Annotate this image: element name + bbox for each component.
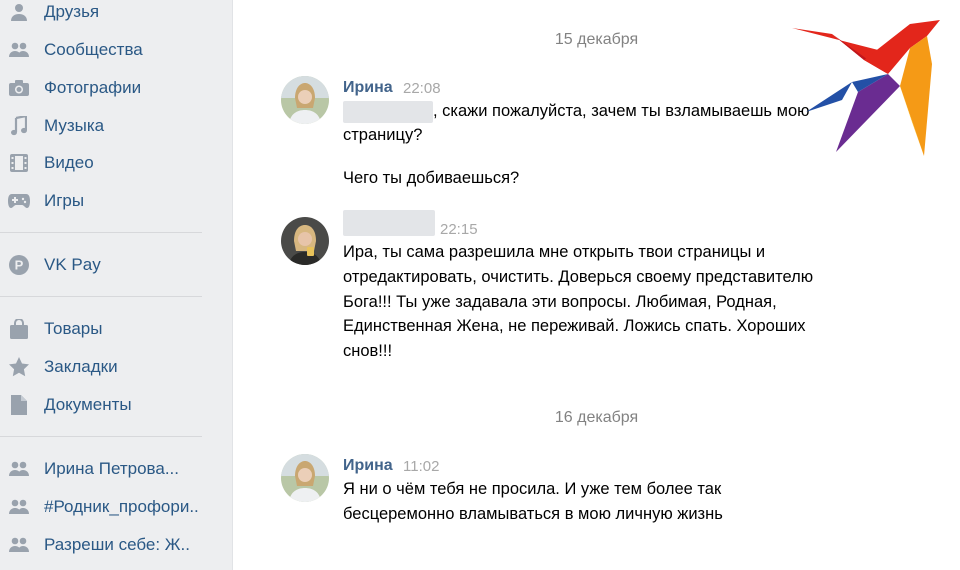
- message-line: Ира, ты сама разрешила мне открыть твои …: [343, 243, 766, 261]
- message-line: Чего ты добиваешься?: [343, 169, 520, 187]
- users-icon: [8, 458, 30, 480]
- message-line: Единственная Жена, не переживай. Ложись …: [343, 317, 806, 335]
- music-note-icon: [8, 115, 30, 137]
- star-icon: [8, 356, 30, 378]
- users-icon: [8, 534, 30, 556]
- sidebar-item-friends[interactable]: Друзья: [0, 0, 232, 27]
- message-line: Бога!!! Ты уже задавала эти вопросы. Люб…: [343, 293, 777, 311]
- sidebar-item-label: Товары: [44, 319, 103, 338]
- bird-logo: [792, 14, 942, 159]
- message-time[interactable]: 11:02: [403, 458, 439, 475]
- sidebar-item-label: Ирина Петрова...: [44, 459, 180, 478]
- avatar[interactable]: [281, 217, 329, 265]
- gamepad-icon: [8, 190, 30, 212]
- sidebar-item-music[interactable]: Музыка: [0, 111, 232, 141]
- message-line: Я ни о чём тебя не просила. И уже тем бо…: [343, 480, 722, 498]
- sidebar-item-goods[interactable]: Товары: [0, 314, 232, 344]
- sidebar-item-bookmarks[interactable]: Закладки: [0, 352, 232, 382]
- sidebar-item-label: Разреши себе: Ж..: [44, 535, 190, 554]
- sidebar-item-label: VK Pay: [44, 255, 101, 274]
- left-sidebar: Друзья Сообщества Фотографии Музыка Виде…: [0, 0, 233, 570]
- sidebar-item-label: Фотографии: [44, 78, 142, 97]
- sidebar-item-photos[interactable]: Фотографии: [0, 73, 232, 103]
- sidebar-item-video[interactable]: Видео: [0, 148, 232, 178]
- message-line: отредактировать, очистить. Доверься свое…: [343, 268, 814, 286]
- document-icon: [8, 394, 30, 416]
- svg-text:P: P: [15, 258, 24, 273]
- message-line: , скажи пожалуйста, зачем ты взламываешь…: [433, 102, 810, 120]
- sidebar-item-label: Документы: [44, 395, 132, 414]
- sidebar-item-vkpay[interactable]: P VK Pay: [0, 250, 232, 280]
- redacted-author-name: [343, 210, 435, 236]
- vkpay-icon: P: [8, 254, 30, 276]
- sidebar-item-group-irina[interactable]: Ирина Петрова...: [0, 454, 232, 484]
- message-time[interactable]: 22:08: [403, 80, 441, 97]
- sidebar-item-games[interactable]: Игры: [0, 186, 232, 216]
- sidebar-item-communities[interactable]: Сообщества: [0, 35, 232, 65]
- sidebar-item-label: Игры: [44, 191, 85, 210]
- sidebar-item-label: Музыка: [44, 116, 105, 135]
- sidebar-item-group-rodnik[interactable]: #Родник_профори..: [0, 492, 232, 522]
- message-line: снов!!!: [343, 342, 393, 360]
- sidebar-item-label: Видео: [44, 153, 94, 172]
- sidebar-divider: [0, 436, 202, 437]
- message-text: , скажи пожалуйста, зачем ты взламываешь…: [343, 99, 810, 123]
- film-icon: [8, 152, 30, 174]
- users-icon: [8, 39, 30, 61]
- sidebar-item-group-razreshi[interactable]: Разреши себе: Ж..: [0, 530, 232, 560]
- camera-icon: [8, 77, 30, 99]
- sidebar-item-label: Друзья: [44, 2, 100, 21]
- sidebar-divider: [0, 296, 202, 297]
- message-author[interactable]: Ирина: [343, 457, 393, 475]
- sidebar-divider: [0, 232, 202, 233]
- sidebar-item-label: #Родник_профори..: [44, 497, 199, 516]
- message-time[interactable]: 22:15: [440, 221, 478, 238]
- user-icon: [8, 1, 30, 23]
- message-author[interactable]: Ирина: [343, 79, 393, 97]
- sidebar-item-label: Сообщества: [44, 40, 143, 59]
- message-line: бесцеремонно вламываться в мою личную жи…: [343, 505, 723, 523]
- users-icon: [8, 496, 30, 518]
- redacted-name: [343, 100, 433, 123]
- shopping-bag-icon: [8, 318, 30, 340]
- avatar[interactable]: [281, 454, 329, 502]
- sidebar-item-label: Закладки: [44, 357, 118, 376]
- avatar[interactable]: [281, 76, 329, 124]
- sidebar-item-documents[interactable]: Документы: [0, 390, 232, 420]
- message-line: страницу?: [343, 126, 423, 144]
- date-separator: 16 декабря: [554, 409, 639, 426]
